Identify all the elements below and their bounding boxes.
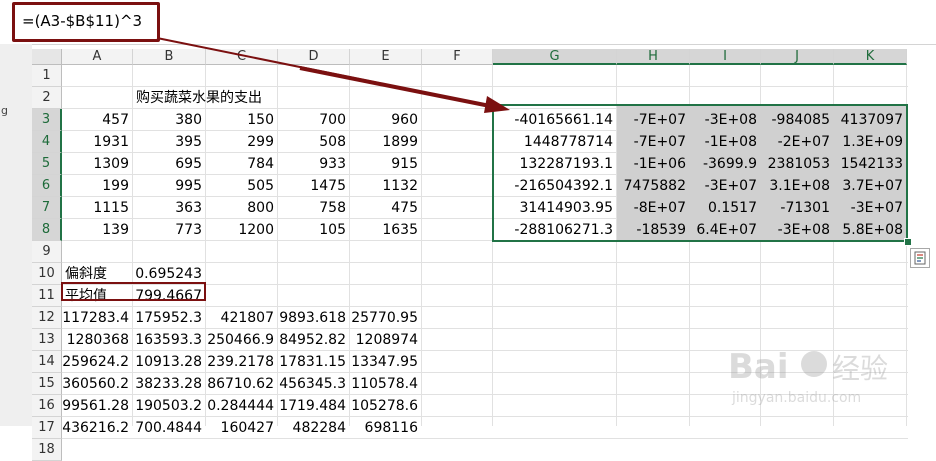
row-header-18[interactable]: 18	[32, 439, 62, 461]
baidu-watermark-logo: Bai 经验 jingyan.baidu.com	[720, 340, 920, 410]
svg-text:jingyan.baidu.com: jingyan.baidu.com	[731, 390, 861, 406]
svg-text:Bai: Bai	[728, 347, 789, 387]
svg-text:经验: 经验	[832, 352, 888, 385]
